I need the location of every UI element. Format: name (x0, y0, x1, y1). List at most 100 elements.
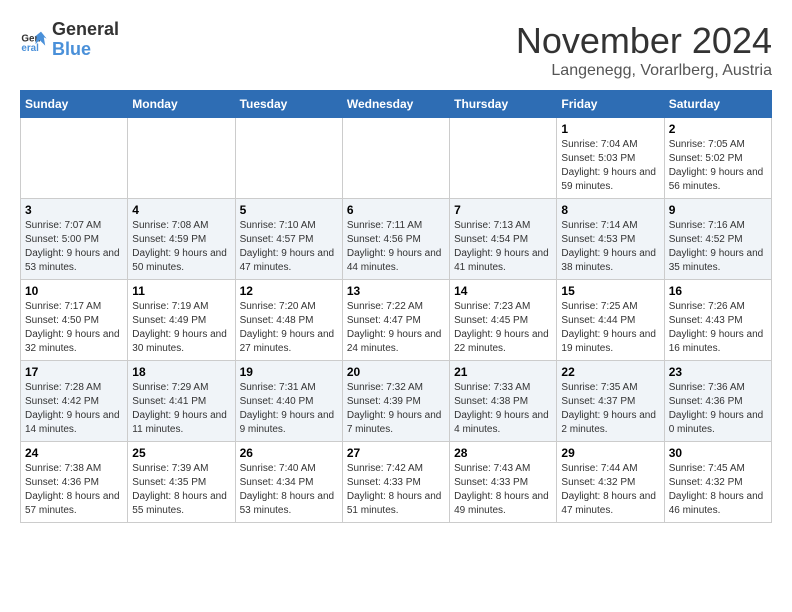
calendar-cell: 2Sunrise: 7:05 AM Sunset: 5:02 PM Daylig… (664, 118, 771, 199)
weekday-header-friday: Friday (557, 91, 664, 118)
day-number: 3 (25, 203, 123, 217)
calendar-cell: 1Sunrise: 7:04 AM Sunset: 5:03 PM Daylig… (557, 118, 664, 199)
calendar-cell: 12Sunrise: 7:20 AM Sunset: 4:48 PM Dayli… (235, 280, 342, 361)
day-info: Sunrise: 7:22 AM Sunset: 4:47 PM Dayligh… (347, 300, 445, 356)
day-info: Sunrise: 7:44 AM Sunset: 4:32 PM Dayligh… (561, 462, 659, 518)
weekday-header-row: SundayMondayTuesdayWednesdayThursdayFrid… (21, 91, 772, 118)
logo-text: General Blue (52, 20, 119, 60)
day-info: Sunrise: 7:36 AM Sunset: 4:36 PM Dayligh… (669, 381, 767, 437)
day-info: Sunrise: 7:19 AM Sunset: 4:49 PM Dayligh… (132, 300, 230, 356)
logo: Gen eral General Blue (20, 20, 119, 60)
day-number: 1 (561, 122, 659, 136)
calendar-cell: 26 Sunrise: 7:40 AM Sunset: 4:34 PM Dayli… (235, 442, 342, 523)
day-number: 22 (561, 365, 659, 379)
day-number: 16 (669, 284, 767, 298)
day-number: 24 (25, 446, 123, 460)
calendar-cell (235, 118, 342, 199)
day-info: Sunrise: 7:26 AM Sunset: 4:43 PM Dayligh… (669, 300, 767, 356)
day-number: 19 (240, 365, 338, 379)
day-info: Sunrise: 7:40 AM Sunset: 4:34 PM Dayligh… (240, 462, 338, 518)
calendar-cell: 16 Sunrise: 7:26 AM Sunset: 4:43 PM Dayli… (664, 280, 771, 361)
calendar-cell: 24 Sunrise: 7:38 AM Sunset: 4:36 PM Dayli… (21, 442, 128, 523)
day-number: 27 (347, 446, 445, 460)
day-number: 9 (669, 203, 767, 217)
day-info: Sunrise: 7:38 AM Sunset: 4:36 PM Dayligh… (25, 462, 123, 518)
day-number: 28 (454, 446, 552, 460)
calendar-week-row: 1Sunrise: 7:04 AM Sunset: 5:03 PM Daylig… (21, 118, 772, 199)
day-number: 8 (561, 203, 659, 217)
day-info: Sunrise: 7:13 AM Sunset: 4:54 PM Dayligh… (454, 219, 552, 275)
day-number: 18 (132, 365, 230, 379)
weekday-header-saturday: Saturday (664, 91, 771, 118)
calendar-cell (128, 118, 235, 199)
calendar-cell: 7 Sunrise: 7:13 AM Sunset: 4:54 PM Daylig… (450, 199, 557, 280)
calendar-cell: 20 Sunrise: 7:32 AM Sunset: 4:39 PM Dayli… (342, 361, 449, 442)
month-title: November 2024 (516, 20, 772, 62)
day-info: Sunrise: 7:32 AM Sunset: 4:39 PM Dayligh… (347, 381, 445, 437)
calendar-week-row: 17 Sunrise: 7:28 AM Sunset: 4:42 PM Dayli… (21, 361, 772, 442)
calendar-table: SundayMondayTuesdayWednesdayThursdayFrid… (20, 90, 772, 523)
day-info: Sunrise: 7:43 AM Sunset: 4:33 PM Dayligh… (454, 462, 552, 518)
day-number: 17 (25, 365, 123, 379)
weekday-header-sunday: Sunday (21, 91, 128, 118)
day-info: Sunrise: 7:25 AM Sunset: 4:44 PM Dayligh… (561, 300, 659, 356)
calendar-cell: 21Sunrise: 7:33 AM Sunset: 4:38 PM Dayli… (450, 361, 557, 442)
day-number: 29 (561, 446, 659, 460)
calendar-cell: 8Sunrise: 7:14 AM Sunset: 4:53 PM Daylig… (557, 199, 664, 280)
day-number: 12 (240, 284, 338, 298)
calendar-cell: 17 Sunrise: 7:28 AM Sunset: 4:42 PM Dayli… (21, 361, 128, 442)
day-number: 30 (669, 446, 767, 460)
calendar-cell: 6Sunrise: 7:11 AM Sunset: 4:56 PM Daylig… (342, 199, 449, 280)
day-info: Sunrise: 7:10 AM Sunset: 4:57 PM Dayligh… (240, 219, 338, 275)
day-info: Sunrise: 7:42 AM Sunset: 4:33 PM Dayligh… (347, 462, 445, 518)
calendar-cell (21, 118, 128, 199)
calendar-cell: 23Sunrise: 7:36 AM Sunset: 4:36 PM Dayli… (664, 361, 771, 442)
calendar-cell: 3 Sunrise: 7:07 AM Sunset: 5:00 PM Daylig… (21, 199, 128, 280)
logo-icon: Gen eral (20, 26, 48, 54)
calendar-cell: 28 Sunrise: 7:43 AM Sunset: 4:33 PM Dayli… (450, 442, 557, 523)
day-info: Sunrise: 7:11 AM Sunset: 4:56 PM Dayligh… (347, 219, 445, 275)
day-info: Sunrise: 7:23 AM Sunset: 4:45 PM Dayligh… (454, 300, 552, 356)
day-number: 4 (132, 203, 230, 217)
calendar-week-row: 10Sunrise: 7:17 AM Sunset: 4:50 PM Dayli… (21, 280, 772, 361)
calendar-cell: 18Sunrise: 7:29 AM Sunset: 4:41 PM Dayli… (128, 361, 235, 442)
calendar-week-row: 3 Sunrise: 7:07 AM Sunset: 5:00 PM Daylig… (21, 199, 772, 280)
day-info: Sunrise: 7:07 AM Sunset: 5:00 PM Dayligh… (25, 219, 123, 275)
day-info: Sunrise: 7:35 AM Sunset: 4:37 PM Dayligh… (561, 381, 659, 437)
calendar-cell: 10Sunrise: 7:17 AM Sunset: 4:50 PM Dayli… (21, 280, 128, 361)
weekday-header-thursday: Thursday (450, 91, 557, 118)
day-number: 20 (347, 365, 445, 379)
header: Gen eral General Blue November 2024 Lang… (20, 20, 772, 80)
calendar-week-row: 24 Sunrise: 7:38 AM Sunset: 4:36 PM Dayli… (21, 442, 772, 523)
calendar-cell (450, 118, 557, 199)
day-number: 7 (454, 203, 552, 217)
weekday-header-wednesday: Wednesday (342, 91, 449, 118)
calendar-cell: 25 Sunrise: 7:39 AM Sunset: 4:35 PM Dayli… (128, 442, 235, 523)
day-number: 11 (132, 284, 230, 298)
calendar-cell: 13 Sunrise: 7:22 AM Sunset: 4:47 PM Dayli… (342, 280, 449, 361)
calendar-cell: 30Sunrise: 7:45 AM Sunset: 4:32 PM Dayli… (664, 442, 771, 523)
calendar-cell: 4 Sunrise: 7:08 AM Sunset: 4:59 PM Daylig… (128, 199, 235, 280)
day-number: 10 (25, 284, 123, 298)
svg-text:eral: eral (21, 43, 39, 54)
calendar-cell: 5 Sunrise: 7:10 AM Sunset: 4:57 PM Daylig… (235, 199, 342, 280)
calendar-cell: 22 Sunrise: 7:35 AM Sunset: 4:37 PM Dayli… (557, 361, 664, 442)
calendar-cell: 14 Sunrise: 7:23 AM Sunset: 4:45 PM Dayli… (450, 280, 557, 361)
calendar-cell: 29 Sunrise: 7:44 AM Sunset: 4:32 PM Dayli… (557, 442, 664, 523)
day-info: Sunrise: 7:16 AM Sunset: 4:52 PM Dayligh… (669, 219, 767, 275)
day-number: 15 (561, 284, 659, 298)
title-area: November 2024 Langenegg, Vorarlberg, Aus… (516, 20, 772, 80)
day-number: 14 (454, 284, 552, 298)
day-number: 13 (347, 284, 445, 298)
weekday-header-tuesday: Tuesday (235, 91, 342, 118)
day-info: Sunrise: 7:28 AM Sunset: 4:42 PM Dayligh… (25, 381, 123, 437)
day-number: 25 (132, 446, 230, 460)
calendar-cell: 27 Sunrise: 7:42 AM Sunset: 4:33 PM Dayli… (342, 442, 449, 523)
day-info: Sunrise: 7:05 AM Sunset: 5:02 PM Dayligh… (669, 138, 767, 194)
weekday-header-monday: Monday (128, 91, 235, 118)
day-info: Sunrise: 7:39 AM Sunset: 4:35 PM Dayligh… (132, 462, 230, 518)
day-number: 5 (240, 203, 338, 217)
day-number: 21 (454, 365, 552, 379)
day-number: 26 (240, 446, 338, 460)
day-info: Sunrise: 7:08 AM Sunset: 4:59 PM Dayligh… (132, 219, 230, 275)
